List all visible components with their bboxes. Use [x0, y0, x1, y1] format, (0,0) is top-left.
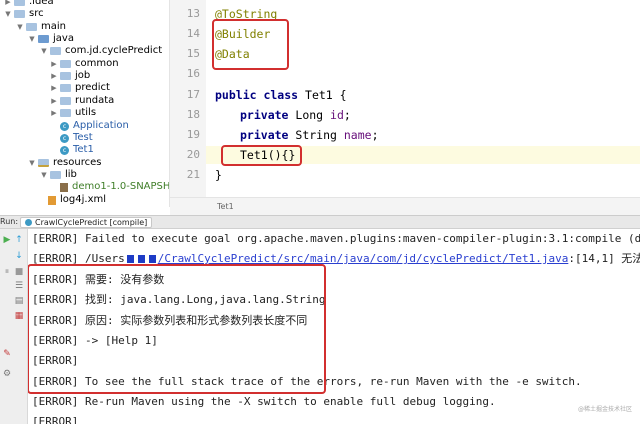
- tree-item-application[interactable]: c Application: [60, 120, 129, 132]
- package-icon: [60, 97, 71, 105]
- rerun-icon[interactable]: ↑: [14, 235, 24, 245]
- code-line-field-id: private Long id;: [240, 108, 351, 122]
- line-number: 16: [186, 67, 200, 80]
- tree-item-src[interactable]: ▼ src: [4, 8, 43, 20]
- console-line: [ERROR] Failed to execute goal org.apach…: [32, 232, 640, 245]
- package-icon: [60, 60, 71, 68]
- tree-item-tet1[interactable]: c Tet1: [60, 144, 94, 156]
- folder-icon: [14, 10, 25, 18]
- redaction-mark: [126, 255, 134, 263]
- annotation-box-lombok: [212, 19, 289, 70]
- tree-item-test-folder[interactable]: test: [26, 206, 60, 207]
- editor-breadcrumb-bar: [170, 197, 640, 215]
- folder-icon: [26, 23, 37, 31]
- line-number-gutter: 13 14 15 16 17 18 19 20 21: [170, 0, 206, 197]
- tree-item-common[interactable]: ▶ common: [50, 58, 118, 70]
- class-icon: c: [60, 121, 69, 131]
- run-label: Run:: [0, 217, 19, 226]
- console-line: [ERROR]: [32, 415, 79, 424]
- print-icon[interactable]: ▤: [14, 296, 24, 306]
- line-number: 13: [186, 7, 200, 20]
- line-number: 15: [186, 47, 200, 60]
- code-line-closing-brace: }: [215, 168, 222, 182]
- line-number: 20: [186, 148, 200, 161]
- settings-icon[interactable]: ⚙: [2, 369, 12, 379]
- line-number: 19: [186, 128, 200, 141]
- line-number: 18: [186, 108, 200, 121]
- chevron-down-icon[interactable]: ▼: [4, 8, 12, 20]
- tree-item-java[interactable]: ▼ java: [28, 33, 74, 45]
- tree-item-main[interactable]: ▼ main: [16, 21, 66, 33]
- chevron-right-icon[interactable]: ▶: [50, 70, 58, 82]
- chevron-down-icon[interactable]: ▼: [16, 21, 24, 33]
- chevron-right-icon[interactable]: ▶: [50, 107, 58, 119]
- resources-folder-icon: [38, 159, 49, 167]
- annotation-box-constructor: [221, 145, 302, 166]
- tree-item-predict[interactable]: ▶ predict: [50, 82, 110, 94]
- clear-icon[interactable]: ▦: [14, 311, 24, 321]
- tree-item-jar[interactable]: demo1-1.0-SNAPSHOT.ja: [60, 181, 169, 193]
- chevron-right-icon[interactable]: ▶: [4, 0, 12, 8]
- tree-item-rundata[interactable]: ▶ rundata: [50, 95, 114, 107]
- chevron-right-icon[interactable]: ▶: [50, 95, 58, 107]
- chevron-down-icon[interactable]: ▼: [28, 33, 36, 45]
- package-icon: [60, 109, 71, 117]
- line-number: 21: [186, 168, 200, 181]
- tree-item-utils[interactable]: ▶ utils: [50, 107, 96, 119]
- chevron-down-icon[interactable]: ▼: [40, 45, 48, 57]
- folder-icon: [14, 0, 25, 6]
- jar-icon: [60, 182, 68, 192]
- tree-item-job[interactable]: ▶ job: [50, 70, 90, 82]
- watermark: @稀土掘金技术社区: [578, 406, 633, 413]
- tree-item-lib[interactable]: ▼ lib: [40, 169, 77, 181]
- redaction-mark: [137, 255, 145, 263]
- console-output[interactable]: [ERROR] Failed to execute goal org.apach…: [28, 229, 640, 424]
- project-tree: ▶ .idea ▼ src ▼ main ▼ java ▼ com.jd.cyclePre…: [0, 0, 170, 207]
- tree-item-idea[interactable]: ▶ .idea: [4, 0, 54, 8]
- run-toolbar: ↑ ↓ ■ ☰ ▤ ▦ ▶ ⏸ ✎ ⚙: [0, 229, 28, 424]
- run-icon[interactable]: ▶: [2, 235, 12, 245]
- redaction-mark: [148, 255, 156, 263]
- scroll-down-icon[interactable]: ↓: [14, 251, 24, 261]
- breadcrumb[interactable]: Tet1: [217, 202, 234, 211]
- xml-icon: [48, 195, 56, 205]
- chevron-down-icon[interactable]: ▼: [40, 169, 48, 181]
- chevron-right-icon[interactable]: ▶: [50, 58, 58, 70]
- soft-wrap-icon[interactable]: ☰: [14, 281, 24, 291]
- line-number: 17: [186, 88, 200, 101]
- line-number: 14: [186, 27, 200, 40]
- package-icon: [50, 47, 61, 55]
- code-editor[interactable]: 13 14 15 16 17 18 19 20 21 @ToString @Bu…: [170, 0, 640, 215]
- stop-icon[interactable]: ■: [14, 267, 24, 277]
- class-icon: c: [60, 145, 69, 155]
- package-icon: [60, 84, 71, 92]
- source-folder-icon: [38, 35, 49, 43]
- code-line-class-decl: public class Tet1 {: [215, 88, 347, 102]
- annotation-box-errors: [28, 264, 326, 394]
- tree-item-package-root[interactable]: ▼ com.jd.cyclePredict: [40, 45, 162, 57]
- run-tab[interactable]: CrawlCyclePredict [compile]: [20, 217, 153, 228]
- folder-icon: [50, 171, 61, 179]
- pin-icon[interactable]: ✎: [2, 349, 12, 359]
- package-icon: [60, 72, 71, 80]
- tree-item-resources[interactable]: ▼ resources: [28, 157, 101, 169]
- console-line: [ERROR] Re-run Maven using the -X switch…: [32, 395, 496, 408]
- chevron-right-icon[interactable]: ▶: [50, 82, 58, 94]
- pause-icon[interactable]: ⏸: [2, 267, 12, 277]
- code-line-field-name: private String name;: [240, 128, 379, 142]
- tree-item-log4j[interactable]: log4j.xml: [48, 194, 106, 206]
- run-panel-header: Run: CrawlCyclePredict [compile]: [0, 215, 640, 229]
- run-config-icon: [25, 219, 32, 226]
- chevron-down-icon[interactable]: ▼: [28, 157, 36, 169]
- class-icon: c: [60, 133, 69, 143]
- tree-item-test-class[interactable]: c Test: [60, 132, 93, 144]
